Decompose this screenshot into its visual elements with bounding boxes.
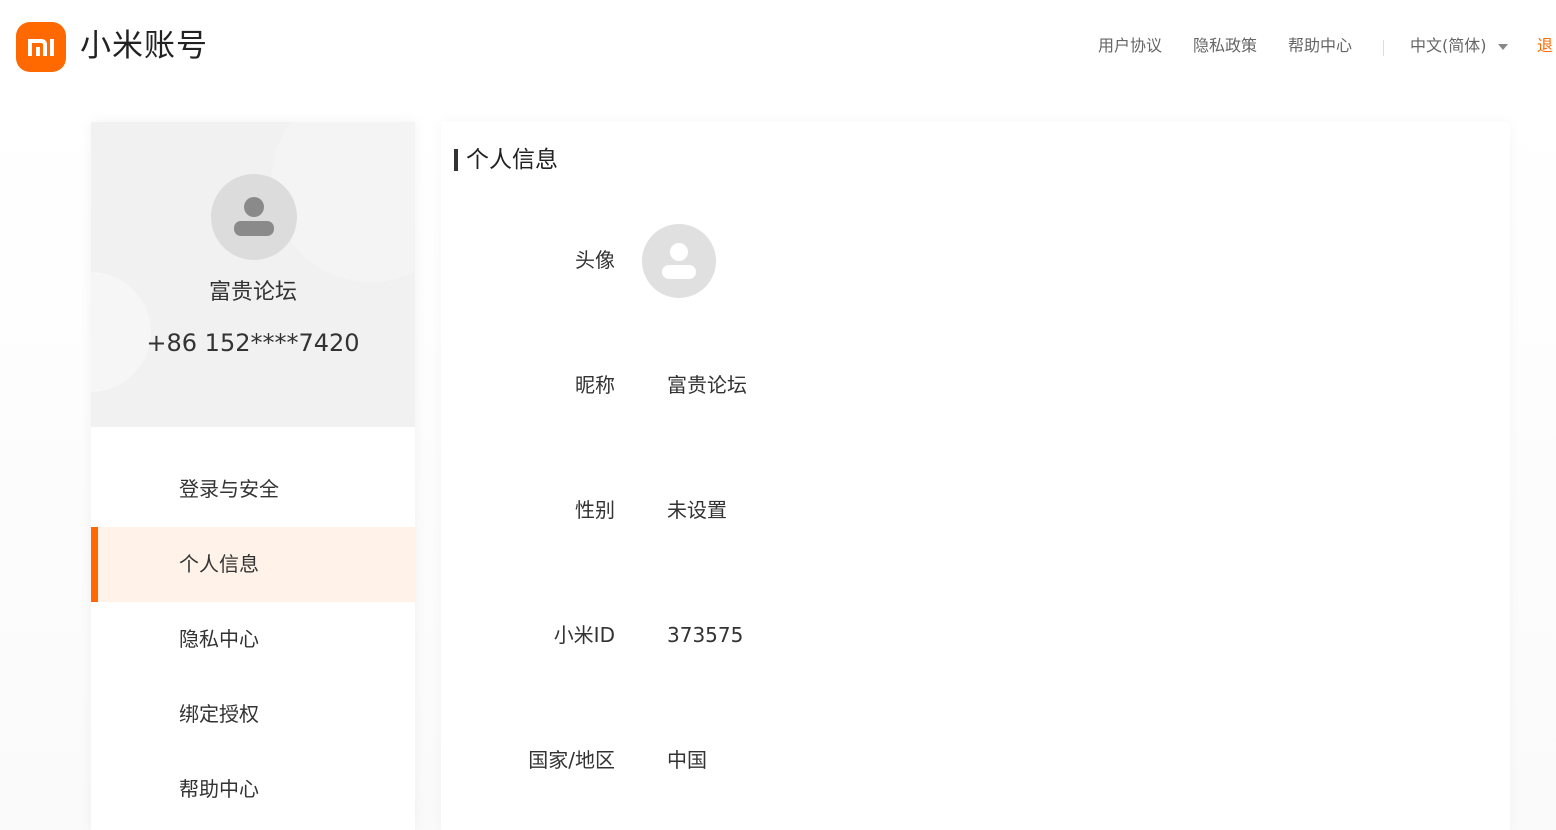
sidebar: 富贵论坛 +86 152****7420 登录与安全 个人信息 隐私中心 绑定授… <box>91 122 415 830</box>
sidebar-item-label: 登录与安全 <box>179 477 279 501</box>
sidebar-item-login-security[interactable]: 登录与安全 <box>91 452 415 527</box>
gender-value[interactable]: 未设置 <box>667 496 727 524</box>
sidebar-item-label: 个人信息 <box>179 552 259 576</box>
page-title: 个人信息 <box>466 147 558 173</box>
profile-phone: +86 152****7420 <box>146 329 360 357</box>
language-selector[interactable]: 中文(简体) <box>1410 34 1487 58</box>
avatar-label: 头像 <box>575 248 615 272</box>
mi-logo-icon[interactable] <box>16 22 66 72</box>
sidebar-item-label: 绑定授权 <box>179 702 259 726</box>
profile-avatar[interactable] <box>211 174 297 260</box>
sidebar-item-privacy-center[interactable]: 隐私中心 <box>91 602 415 677</box>
chevron-down-icon[interactable] <box>1498 44 1508 50</box>
gender-label: 性别 <box>575 498 615 522</box>
region-value[interactable]: 中国 <box>667 746 707 774</box>
top-bar: 小米账号 用户协议 隐私政策 帮助中心 中文(简体) 退 <box>0 0 1556 95</box>
help-center-link[interactable]: 帮助中心 <box>1288 34 1352 58</box>
nickname-value[interactable]: 富贵论坛 <box>667 371 747 399</box>
user-avatar-icon <box>234 197 274 236</box>
section-title-bar <box>454 149 458 171</box>
logout-link[interactable]: 退 <box>1537 34 1553 58</box>
sidebar-item-bindings[interactable]: 绑定授权 <box>91 677 415 752</box>
user-agreement-link[interactable]: 用户协议 <box>1098 34 1162 58</box>
user-avatar-icon <box>662 243 696 279</box>
sidebar-item-personal-info[interactable]: 个人信息 <box>91 527 415 602</box>
mi-id-label: 小米ID <box>553 623 615 647</box>
sidebar-item-label: 隐私中心 <box>179 627 259 651</box>
avatar-picture[interactable] <box>642 224 716 298</box>
mi-id-value: 373575 <box>667 623 744 647</box>
profile-card: 富贵论坛 +86 152****7420 <box>91 122 415 427</box>
active-indicator <box>91 527 98 602</box>
sidebar-item-label: 帮助中心 <box>179 777 259 801</box>
main-panel: 个人信息 头像 昵称 富贵论坛 性别 未设置 小米ID 373575 国家/地区… <box>441 122 1510 830</box>
brand-title: 小米账号 <box>80 28 208 64</box>
privacy-policy-link[interactable]: 隐私政策 <box>1193 34 1257 58</box>
region-label: 国家/地区 <box>528 748 615 772</box>
profile-name: 富贵论坛 <box>208 280 297 305</box>
sidebar-item-help-center[interactable]: 帮助中心 <box>91 752 415 827</box>
nav-divider <box>1383 40 1384 56</box>
nickname-label: 昵称 <box>575 373 615 397</box>
